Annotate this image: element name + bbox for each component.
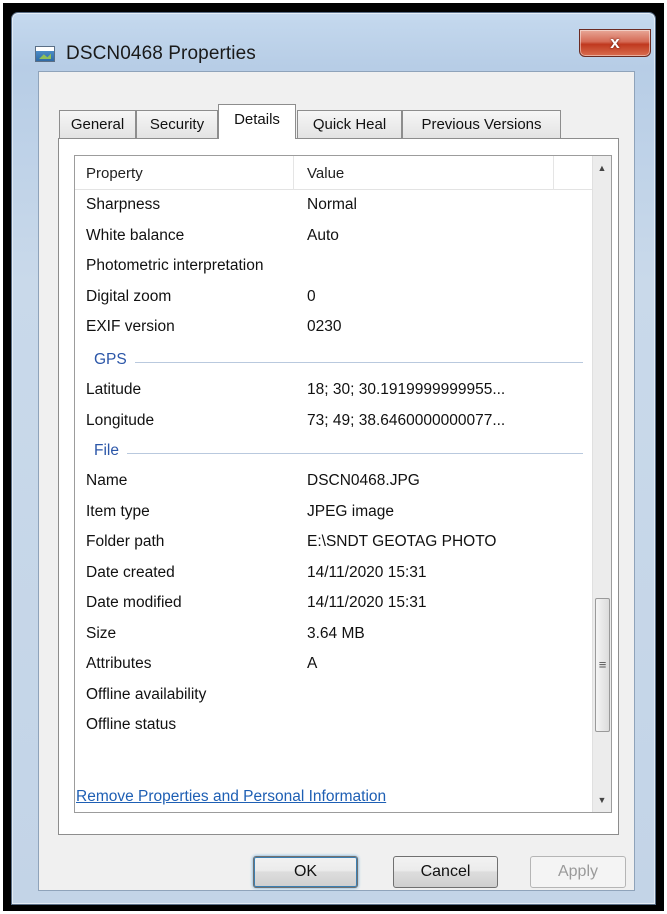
group-header-file: File [75,438,593,468]
list-item[interactable]: Date modified 14/11/2020 15:31 [75,590,593,620]
column-divider[interactable] [293,156,294,190]
property-name: Attributes [86,655,152,672]
list-item[interactable]: Digital zoom 0 [75,284,593,314]
tab-general[interactable]: General [59,110,136,138]
property-name: Date modified [86,594,182,611]
property-name: Sharpness [86,196,161,213]
list-item[interactable]: Date created 14/11/2020 15:31 [75,560,593,590]
list-item[interactable]: Photometric interpretation [75,253,593,283]
tab-previous-versions[interactable]: Previous Versions [402,110,561,138]
list-item[interactable]: White balance Auto [75,223,593,253]
property-value: Normal [307,196,357,213]
property-value: Auto [307,227,339,244]
cancel-button[interactable]: Cancel [393,856,498,888]
list-item[interactable]: Sharpness Normal [75,192,593,222]
property-name: White balance [86,227,185,244]
group-title: File [94,442,127,460]
image-file-icon [35,46,55,62]
grip-icon: ≡ [598,657,607,672]
tab-quick-heal[interactable]: Quick Heal [297,110,402,138]
vertical-scrollbar[interactable]: ▲ ≡ ▼ [592,156,611,812]
group-title: GPS [94,351,135,369]
column-divider[interactable] [553,156,554,190]
properties-dialog: DSCN0468 Properties x General Security D… [11,12,656,905]
tab-details[interactable]: Details [218,104,296,139]
property-value: 0230 [307,318,342,335]
property-name: Offline status [86,716,177,733]
property-value: JPEG image [307,503,395,520]
property-name: Photometric interpretation [86,257,264,274]
list-header: Property Value [75,156,593,190]
property-name: Longitude [86,412,155,429]
property-value: 14/11/2020 15:31 [307,594,427,611]
apply-button[interactable]: Apply [530,856,626,888]
down-arrow-icon[interactable]: ▼ [593,790,611,810]
list-item[interactable]: Attributes A [75,651,593,681]
property-name: Folder path [86,533,165,550]
property-name: EXIF version [86,318,175,335]
window-title: DSCN0468 Properties [66,43,256,64]
list-item[interactable]: Item type JPEG image [75,499,593,529]
up-arrow-icon[interactable]: ▲ [593,158,611,178]
column-header-property[interactable]: Property [86,156,143,190]
property-value: 73; 49; 38.6460000000077... [307,412,506,429]
list-item[interactable]: Offline availability [75,682,593,712]
list-item[interactable]: EXIF version 0230 [75,314,593,344]
group-header-gps: GPS [75,347,593,377]
details-tab-panel: Property Value Sharpness Normal White ba… [58,138,619,835]
scroll-thumb[interactable]: ≡ [595,598,610,732]
title-bar: DSCN0468 Properties x [12,13,655,69]
remove-properties-link[interactable]: Remove Properties and Personal Informati… [76,788,386,806]
list-item[interactable]: Size 3.64 MB [75,621,593,651]
property-name: Item type [86,503,150,520]
list-item[interactable]: Folder path E:\SNDT GEOTAG PHOTO [75,529,593,559]
group-divider [94,453,583,454]
property-value: E:\SNDT GEOTAG PHOTO [307,533,497,550]
property-value: A [307,655,318,672]
dialog-client-area: General Security Details Quick Heal Prev… [38,71,635,891]
property-value: 3.64 MB [307,625,365,642]
property-name: Offline availability [86,686,207,703]
close-button[interactable]: x [579,29,651,57]
list-item[interactable]: Name DSCN0468.JPG [75,468,593,498]
list-item[interactable]: Longitude 73; 49; 38.6460000000077... [75,408,593,438]
property-value: 14/11/2020 15:31 [307,564,427,581]
property-name: Digital zoom [86,288,172,305]
column-header-value[interactable]: Value [307,156,344,190]
group-divider [94,362,583,363]
list-item[interactable]: Latitude 18; 30; 30.1919999999955... [75,377,593,407]
property-name: Size [86,625,117,642]
property-name: Date created [86,564,175,581]
property-list[interactable]: Property Value Sharpness Normal White ba… [74,155,612,813]
property-value: 18; 30; 30.1919999999955... [307,381,506,398]
property-name: Latitude [86,381,142,398]
property-value: DSCN0468.JPG [307,472,420,489]
property-value: 0 [307,288,316,305]
list-item[interactable]: Offline status [75,712,593,742]
property-name: Name [86,472,128,489]
tab-security[interactable]: Security [136,110,218,138]
ok-button[interactable]: OK [253,856,358,888]
